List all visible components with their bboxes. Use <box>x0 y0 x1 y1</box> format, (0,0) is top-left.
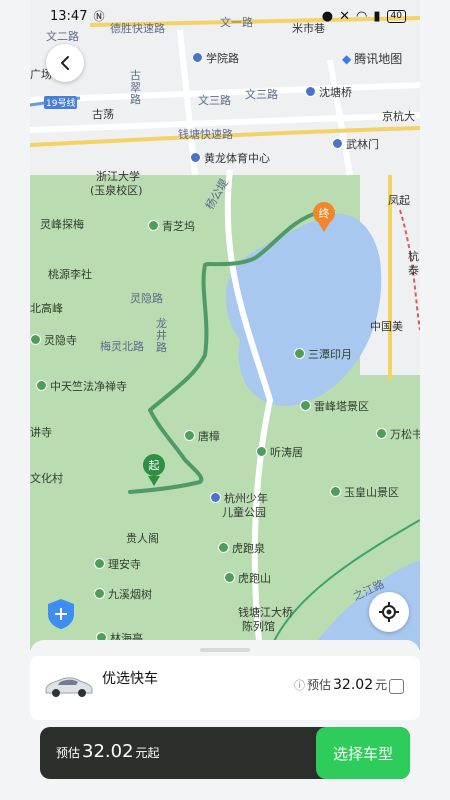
scenic-icon <box>376 428 387 439</box>
scenic-icon <box>256 446 267 457</box>
place-label: 贵人阁 <box>126 532 159 545</box>
place-label: 学院路 <box>192 50 239 66</box>
safety-shield-icon[interactable] <box>46 598 76 630</box>
scenic-icon <box>184 430 195 441</box>
map-brand: ◆ 腾讯地图 <box>342 50 402 67</box>
map-view[interactable]: 起 终 德胜快速路 文一路 文二路 古翠路 文三路 文三路 钱塘快速路 19号线… <box>30 0 420 650</box>
place-label: 泰 <box>408 264 419 277</box>
road-label: 文三路 <box>245 88 278 101</box>
place-label: 九溪烟树 <box>94 586 152 602</box>
place-label: 陈列馆 <box>242 620 275 633</box>
status-time: 13:47 <box>50 8 88 24</box>
ride-option-estimate: ⓘ 预估 32.02 元 <box>294 676 387 693</box>
place-label: 文化村 <box>30 472 63 485</box>
scenic-icon <box>330 486 341 497</box>
location-icon: ● <box>321 8 334 24</box>
map-brand-label: 腾讯地图 <box>354 52 403 66</box>
scenic-icon <box>36 380 47 391</box>
nfc-icon: Ⓝ <box>93 10 105 23</box>
bus-icon <box>192 52 203 63</box>
place-label: 灵峰探梅 <box>40 218 84 231</box>
place-label: 中天竺法净禅寺 <box>36 378 127 394</box>
status-bar: 13:47 Ⓝ ● ✕ ◠ ▮ 40 <box>30 0 420 32</box>
place-label: 桃源李社 <box>48 268 92 281</box>
park-icon <box>210 492 221 503</box>
place-label: 玉皇山景区 <box>330 484 399 500</box>
place-label: 凤起 <box>388 194 410 207</box>
road-label: 文三路 <box>198 94 231 107</box>
road-label: 龙井路 <box>156 317 167 354</box>
road-label: 钱塘快速路 <box>178 128 233 141</box>
place-label: 古荡 <box>92 108 114 121</box>
total-estimate-prefix: 预估 <box>56 746 81 760</box>
battery-icon: 40 <box>386 9 406 23</box>
estimate-price: 32.02 <box>333 676 374 693</box>
place-label: 唐樟 <box>184 428 220 444</box>
west-lake <box>225 213 382 406</box>
bus-icon <box>305 86 316 97</box>
scenic-icon <box>30 334 41 345</box>
scenic-icon <box>148 220 159 231</box>
back-button[interactable] <box>46 44 84 82</box>
car-icon <box>45 677 93 697</box>
total-estimate: 预估 32.02 元起 <box>56 741 160 762</box>
road-label: 梅灵北路 <box>100 340 144 353</box>
place-label: 儿童公园 <box>222 506 266 519</box>
estimate-prefix: 预估 <box>307 678 332 692</box>
place-label: 万松书 <box>376 426 420 442</box>
crosshair-icon <box>379 602 399 622</box>
scenic-icon <box>94 588 105 599</box>
start-marker-label: 起 <box>149 459 160 472</box>
place-label: 黄龙体育中心 <box>190 150 270 166</box>
place-label: 中国美 <box>370 320 403 333</box>
place-label: 京杭大 <box>382 110 415 123</box>
start-marker[interactable]: 起 <box>143 454 165 486</box>
metro-badge: 19号线 <box>44 96 78 109</box>
place-label: 虎跑山 <box>224 570 271 586</box>
scenic-icon <box>300 400 311 411</box>
scenic-icon <box>224 572 235 583</box>
place-label: 理安寺 <box>94 556 141 572</box>
estimate-unit: 元 <box>375 678 388 692</box>
place-label: 雷峰塔景区 <box>300 398 369 414</box>
ride-option-checkbox[interactable] <box>389 679 404 694</box>
scenic-icon <box>94 558 105 569</box>
info-icon[interactable]: ⓘ <box>294 677 305 693</box>
ride-option-card[interactable]: 优选快车 ⓘ 预估 32.02 元 <box>30 656 420 720</box>
total-estimate-suffix: 元起 <box>135 746 160 760</box>
place-label: 北高峰 <box>30 302 63 315</box>
tencent-map-icon: ◆ <box>342 51 352 66</box>
mute-icon: ✕ <box>339 8 351 24</box>
place-label: 讲寺 <box>30 426 52 439</box>
signal-icon: ▮ <box>373 8 381 24</box>
place-label: 听涛居 <box>256 444 303 460</box>
locate-button[interactable] <box>369 592 409 632</box>
total-estimate-price: 32.02 <box>82 741 134 762</box>
road-label: 古翠路 <box>130 69 141 106</box>
place-label: 虎跑泉 <box>218 540 265 556</box>
road-label: 灵隐路 <box>130 292 163 305</box>
chevron-left-icon <box>61 56 69 70</box>
sheet-handle[interactable] <box>200 648 250 652</box>
scenic-icon <box>294 348 305 359</box>
place-label: (玉泉校区) <box>90 184 143 197</box>
place-label: 武林门 <box>332 136 379 152</box>
place-label: 灵隐寺 <box>30 332 77 348</box>
bus-icon <box>332 138 343 149</box>
select-car-type-button[interactable]: 选择车型 <box>316 727 410 779</box>
place-label: 青芝坞 <box>148 218 195 234</box>
end-marker-label: 终 <box>319 206 330 220</box>
ride-option-name: 优选快车 <box>102 671 158 687</box>
place-label: 三潭印月 <box>294 346 352 362</box>
scenic-icon <box>218 542 229 553</box>
bottom-action-bar: 预估 32.02 元起 选择车型 <box>40 727 410 779</box>
wifi-icon: ◠ <box>356 8 368 24</box>
bus-icon <box>190 152 201 163</box>
place-label: 沈塘桥 <box>305 84 352 100</box>
